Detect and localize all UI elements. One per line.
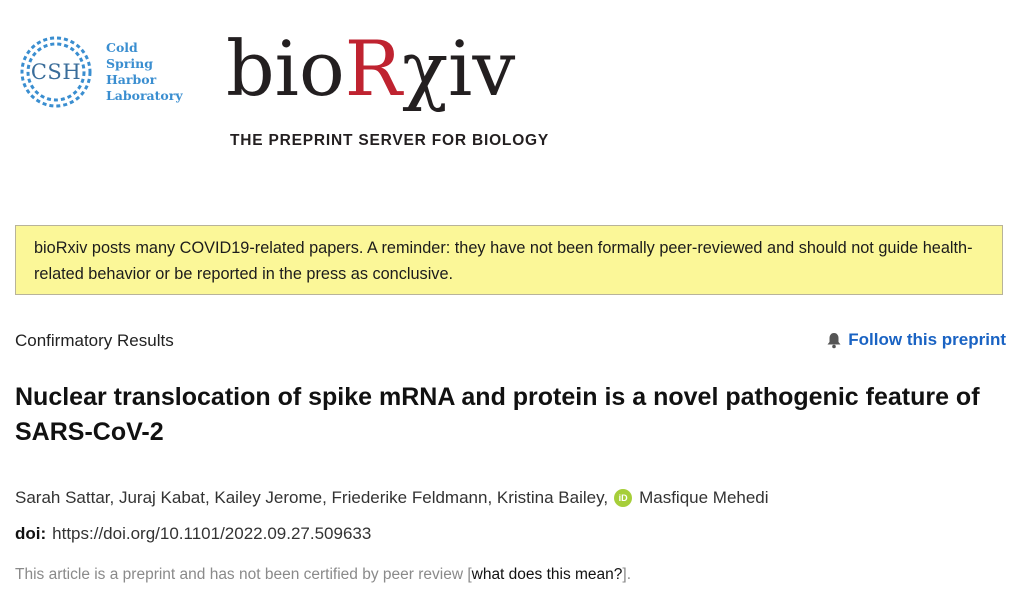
authors-text: Sarah Sattar, Juraj Kabat, Kailey Jerome… bbox=[15, 488, 609, 507]
orcid-icon[interactable]: iD bbox=[614, 489, 633, 507]
cert-text: This article is a preprint and has not b… bbox=[15, 566, 472, 583]
cshl-badge: CSH bbox=[18, 34, 94, 110]
bell-icon bbox=[826, 332, 842, 349]
biorxiv-logo[interactable]: bioRχiv bbox=[226, 26, 515, 112]
follow-label: Follow this preprint bbox=[848, 330, 1006, 349]
author-list: Sarah Sattar, Juraj Kabat, Kailey Jerome… bbox=[15, 488, 769, 508]
doi-link[interactable]: https://doi.org/10.1101/2022.09.27.50963… bbox=[52, 524, 371, 543]
what-does-this-mean-link[interactable]: what does this mean? bbox=[472, 566, 623, 583]
tagline: THE PREPRINT SERVER FOR BIOLOGY bbox=[230, 132, 550, 149]
article-title: Nuclear translocation of spike mRNA and … bbox=[15, 383, 980, 446]
logo-xiv: χiv bbox=[401, 24, 516, 113]
cshl-line: Harbor bbox=[106, 72, 157, 87]
cshl-line: Spring bbox=[106, 56, 153, 71]
cert-end: ]. bbox=[622, 566, 632, 583]
logo-r: R bbox=[344, 24, 402, 113]
doi-line: doi: https://doi.org/10.1101/2022.09.27.5… bbox=[15, 524, 371, 544]
cshl-name: Cold Spring Harbor Laboratory bbox=[106, 40, 183, 104]
cshl-logo[interactable]: CSH Cold Spring Harbor Laboratory bbox=[18, 34, 183, 110]
cshl-line: Cold bbox=[106, 40, 138, 55]
article-category: Confirmatory Results bbox=[15, 331, 174, 350]
doi-label: doi: bbox=[15, 524, 47, 543]
cshl-line: Laboratory bbox=[106, 88, 183, 103]
covid-notice: bioRxiv posts many COVID19-related paper… bbox=[15, 225, 1003, 295]
follow-preprint-button[interactable]: Follow this preprint bbox=[826, 330, 1006, 350]
peer-review-notice: This article is a preprint and has not b… bbox=[15, 566, 631, 584]
author-last[interactable]: Masfique Mehedi bbox=[639, 488, 768, 508]
logo-bio: bio bbox=[226, 24, 345, 113]
cshl-abbr: CSH bbox=[30, 60, 82, 84]
